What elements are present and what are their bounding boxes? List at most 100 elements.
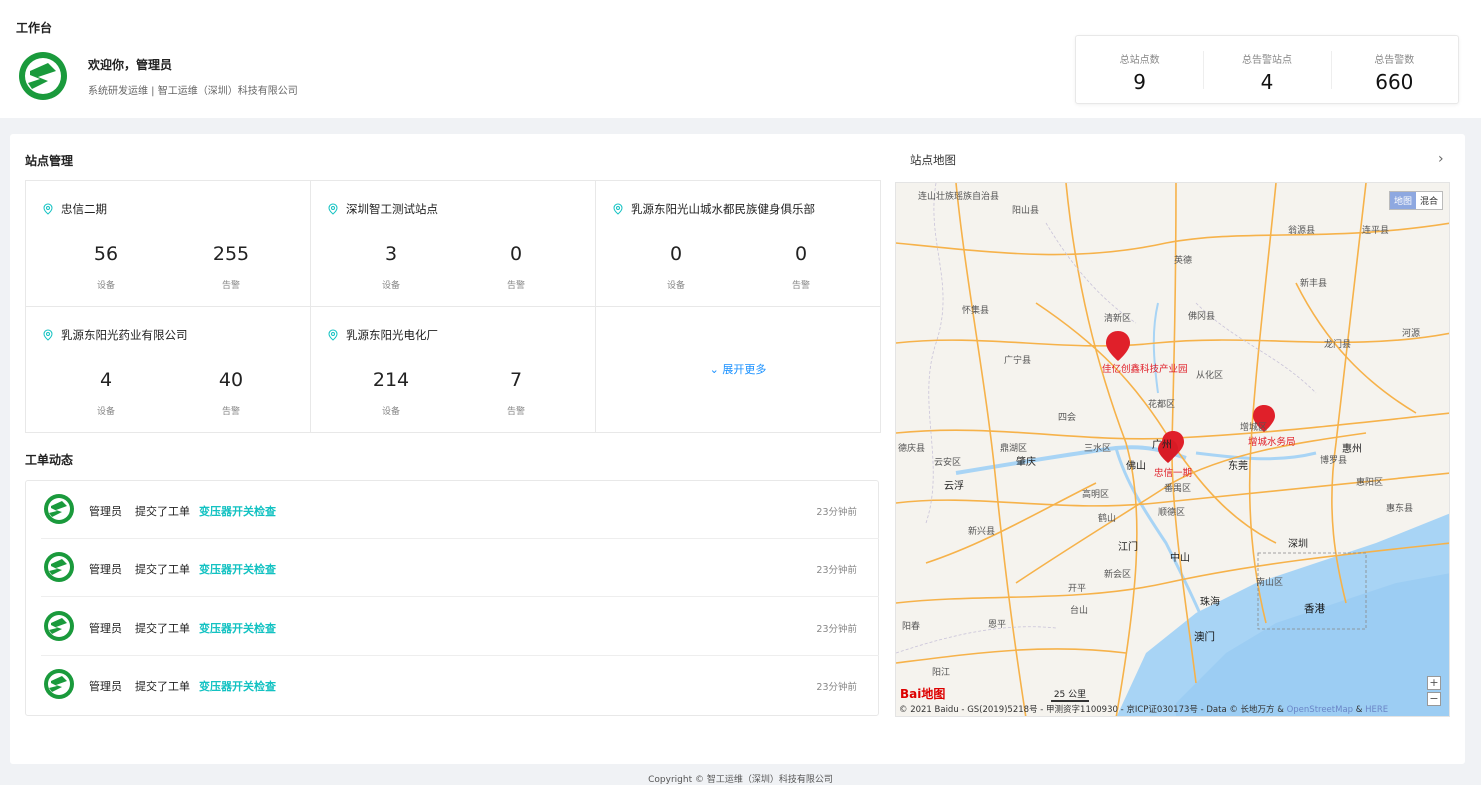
welcome-text: 欢迎你，管理员 (88, 58, 173, 72)
site-name: 乳源东阳光山城水都民族健身俱乐部 (631, 202, 815, 216)
order-link[interactable]: 变压器开关检查 (199, 678, 276, 694)
stat-label: 总站点数 (1119, 55, 1160, 66)
device-count: 0 (669, 243, 683, 265)
site-map[interactable]: 连山壮族瑶族自治县 阳山县 英德 翁源县 连平县 新丰县 怀集县 清新区 佛冈县… (895, 182, 1450, 717)
order-user: 管理员 (89, 563, 122, 576)
place-label: 增城区 (1240, 423, 1268, 433)
site-card[interactable]: 乳源东阳光药业有限公司 4 40 设备 告警 (26, 307, 311, 432)
zoom-out-button[interactable]: − (1427, 692, 1441, 706)
site-card[interactable]: 忠信二期 56 255 设备 告警 (26, 181, 311, 307)
site-header: 乳源东阳光电化厂 (327, 327, 438, 343)
work-order-item[interactable]: 管理员 提交了工单 变压器开关检查 23分钟前 (41, 656, 879, 714)
place-label: 阳江 (932, 668, 951, 678)
place-label: 惠阳区 (1356, 478, 1384, 488)
top-header: 工作台 欢迎你，管理员 系统研发运维 | 智工运维（深圳）科技有限公司 总站点数… (0, 0, 1481, 118)
map-type-option-hybrid[interactable]: 混合 (1416, 192, 1442, 209)
here-link[interactable]: HERE (1365, 705, 1388, 715)
alarm-label: 告警 (221, 407, 240, 417)
site-name: 忠信二期 (61, 202, 107, 216)
alarm-label: 告警 (506, 281, 525, 291)
order-action: 提交了工单 (135, 505, 190, 518)
place-label: 云浮 (944, 481, 964, 492)
location-icon (613, 203, 623, 215)
place-label: 龙门县 (1324, 340, 1352, 350)
order-action: 提交了工单 (135, 563, 190, 576)
map-marker[interactable] (1106, 331, 1130, 361)
work-order-item[interactable]: 管理员 提交了工单 变压器开关检查 23分钟前 (41, 481, 879, 539)
zoom-in-button[interactable]: + (1427, 676, 1441, 690)
alarm-count: 255 (212, 243, 250, 265)
place-label: 博罗县 (1320, 456, 1348, 466)
work-order-item[interactable]: 管理员 提交了工单 变压器开关检查 23分钟前 (41, 539, 879, 597)
footer-copyright: Copyright © 智工运维（深圳）科技有限公司 (648, 775, 833, 785)
place-label: 开平 (1068, 584, 1087, 594)
order-user: 管理员 (89, 680, 122, 693)
place-label: 连山壮族瑶族自治县 (918, 192, 1000, 202)
alarm-count: 7 (509, 369, 523, 391)
expand-more-button[interactable]: ⌄ 展开更多 (596, 361, 880, 377)
place-label: 鹤山 (1098, 514, 1117, 524)
alarm-label: 告警 (791, 281, 810, 291)
device-count: 4 (99, 369, 113, 391)
order-link[interactable]: 变压器开关检查 (199, 561, 276, 577)
work-order-item[interactable]: 管理员 提交了工单 变压器开关检查 23分钟前 (41, 598, 879, 656)
baidu-logo: Bai地图 (900, 687, 946, 701)
site-card[interactable]: 深圳智工测试站点 3 0 设备 告警 (311, 181, 596, 307)
map-type-option-map[interactable]: 地图 (1389, 192, 1416, 209)
place-label: 新兴县 (968, 527, 996, 537)
device-count: 56 (93, 243, 119, 265)
place-label: 阳春 (902, 622, 921, 632)
place-label: 三水区 (1084, 444, 1112, 454)
company-logo (19, 52, 67, 100)
site-header: 深圳智工测试站点 (327, 201, 438, 217)
site-card[interactable]: 乳源东阳光电化厂 214 7 设备 告警 (311, 307, 596, 432)
map-scale: 25 公里 (1051, 687, 1089, 702)
site-header: 忠信二期 (42, 201, 107, 217)
stat-value: 4 (1260, 70, 1274, 94)
order-time: 23分钟前 (816, 624, 857, 635)
place-label: 深圳 (1288, 539, 1308, 550)
avatar (44, 494, 74, 524)
avatar (44, 552, 74, 582)
map-type-toggle[interactable]: 地图 混合 (1388, 191, 1443, 210)
place-label: 恩平 (988, 620, 1007, 630)
alarm-label: 告警 (221, 281, 240, 291)
place-label: 英德 (1174, 256, 1193, 266)
order-time: 23分钟前 (816, 507, 857, 518)
place-label: 肇庆 (1016, 457, 1036, 468)
location-icon (328, 329, 338, 341)
place-label: 河源 (1402, 329, 1421, 339)
osm-link[interactable]: OpenStreetMap (1287, 705, 1353, 715)
order-time: 23分钟前 (816, 565, 857, 576)
order-action: 提交了工单 (135, 622, 190, 635)
chevron-right-icon[interactable]: › (1438, 151, 1444, 167)
stat-label: 总告警站点 (1241, 55, 1292, 66)
map-canvas (896, 183, 1449, 716)
device-count: 3 (384, 243, 398, 265)
order-action: 提交了工单 (135, 680, 190, 693)
place-label: 广宁县 (1004, 356, 1032, 366)
site-card[interactable]: 乳源东阳光山城水都民族健身俱乐部 0 0 设备 告警 (596, 181, 880, 307)
main-panel: 站点管理 忠信二期 56 255 设备 告警 深圳智工测试站点 3 0 设备 告… (10, 134, 1465, 764)
place-label: 新会区 (1104, 570, 1132, 580)
device-label: 设备 (96, 407, 115, 417)
site-header: 乳源东阳光山城水都民族健身俱乐部 (612, 201, 815, 217)
site-name: 深圳智工测试站点 (346, 202, 438, 216)
stat-alarm-sites: 总告警站点 4 (1203, 36, 1330, 103)
expand-more-label: 展开更多 (722, 363, 767, 376)
alarm-label: 告警 (506, 407, 525, 417)
place-label: 佛山 (1126, 461, 1146, 472)
location-icon (43, 203, 53, 215)
marker-label: 增城水务局 (1248, 437, 1296, 448)
order-link[interactable]: 变压器开关检查 (199, 503, 276, 519)
device-count: 214 (372, 369, 410, 391)
device-label: 设备 (381, 281, 400, 291)
order-link[interactable]: 变压器开关检查 (199, 620, 276, 636)
order-user: 管理员 (89, 505, 122, 518)
attribution-amp: & (1353, 705, 1366, 715)
location-icon (328, 203, 338, 215)
place-label: 德庆县 (898, 444, 926, 454)
device-label: 设备 (381, 407, 400, 417)
device-label: 设备 (666, 281, 685, 291)
place-label: 台山 (1070, 606, 1089, 616)
